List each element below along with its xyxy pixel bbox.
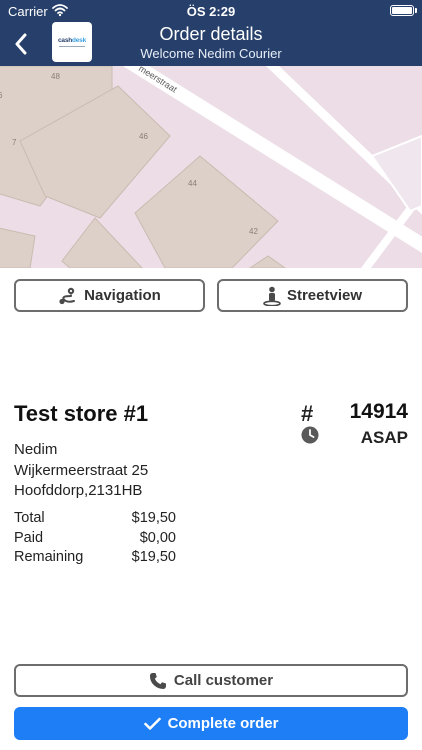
payment-summary: Total $19,50 Paid $0,00 Remaining $19,50: [14, 509, 176, 568]
paid-label: Paid: [14, 529, 44, 546]
map-house-number: 48: [51, 72, 60, 81]
phone-icon: [149, 672, 166, 689]
page-title: Order details: [159, 24, 263, 44]
order-delivery-time: ASAP: [360, 428, 408, 447]
status-time: ÖS 2:29: [186, 4, 236, 19]
map-house-number: 46: [139, 132, 148, 141]
map-action-row: Navigation Streetview: [14, 279, 408, 312]
clock-icon: [301, 426, 319, 449]
order-number: 14914: [349, 400, 408, 423]
navigation-label: Navigation: [84, 287, 161, 304]
call-customer-label: Call customer: [173, 672, 274, 689]
streetview-button[interactable]: Streetview: [217, 279, 408, 312]
streetview-label: Streetview: [286, 287, 363, 304]
checkmark-icon: [143, 717, 161, 730]
map-house-number: 7: [12, 138, 17, 147]
total-row: Total $19,50: [14, 509, 176, 529]
map-house-number: 44: [188, 179, 197, 188]
total-value: $19,50: [131, 510, 176, 526]
customer-city-zip: Hoofddorp,2131HB: [14, 482, 143, 499]
welcome-subtitle: Welcome Nedim Courier: [140, 46, 282, 61]
route-icon: [59, 287, 76, 304]
navigation-button[interactable]: Navigation: [14, 279, 205, 312]
paid-row: Paid $0,00: [14, 529, 176, 549]
streetview-person-icon: [263, 286, 281, 306]
paid-value: $0,00: [139, 529, 176, 546]
total-label: Total: [14, 510, 45, 526]
complete-order-label: Complete order: [167, 715, 279, 732]
store-name: Test store #1: [14, 401, 149, 426]
order-location-map[interactable]: 48 46 44 42 7 6 meerstraat: [0, 66, 422, 268]
remaining-value: $19,50: [131, 549, 176, 565]
nav-bar: cashdesk Order details Welcome Nedim Cou…: [0, 22, 422, 66]
customer-address: Nedim Wijkermeerstraat 25 Hoofddorp,2131…: [14, 440, 148, 502]
order-hash-symbol: #: [301, 401, 314, 426]
complete-order-button[interactable]: Complete order: [14, 707, 408, 740]
battery-icon: [390, 5, 414, 16]
status-bar: Carrier ÖS 2:29: [0, 0, 422, 22]
customer-name: Nedim: [14, 441, 58, 458]
call-customer-button[interactable]: Call customer: [14, 664, 408, 697]
remaining-label: Remaining: [14, 549, 84, 565]
battery-tip: [415, 8, 417, 13]
map-house-number: 42: [249, 227, 258, 236]
customer-street: Wijkermeerstraat 25: [14, 461, 149, 479]
remaining-row: Remaining $19,50: [14, 548, 176, 568]
